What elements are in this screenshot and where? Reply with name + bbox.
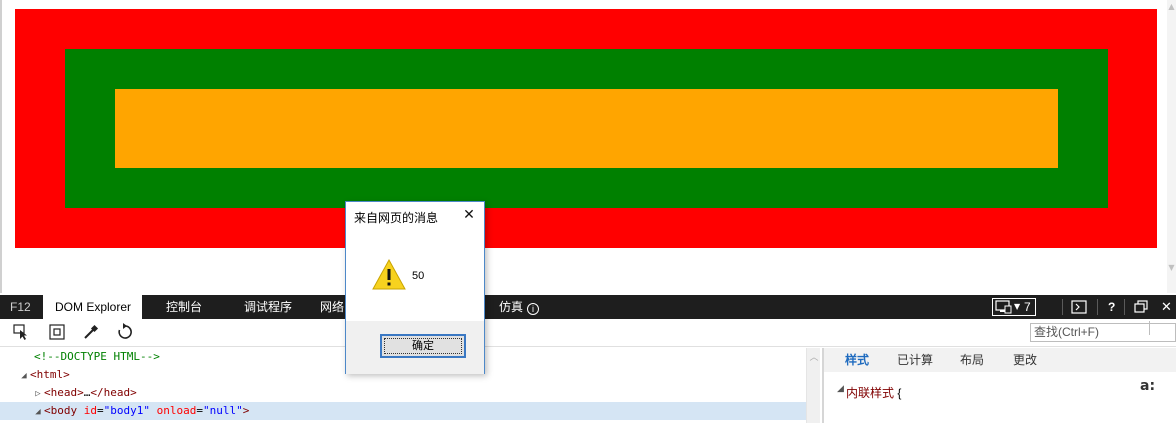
- tab-f12: F12: [10, 300, 31, 314]
- expanded-triangle-icon[interactable]: ◢: [18, 367, 30, 385]
- devtools-tabbar: F12 DOM Explorer 控制台 调试程序 网络 仿真 i ▼ 7 ? …: [0, 295, 1176, 319]
- console-toggle-icon[interactable]: [1071, 295, 1089, 319]
- tab-debugger[interactable]: 调试程序: [244, 295, 292, 319]
- body-tag-open: <body: [44, 404, 78, 417]
- body-attr-onload: onload: [156, 404, 197, 417]
- developer-tools: F12 DOM Explorer 控制台 调试程序 网络 仿真 i ▼ 7 ? …: [0, 295, 1176, 423]
- warning-icon: [372, 258, 406, 290]
- body-attr-onload-value: "null": [202, 404, 243, 417]
- inline-style-label: 内联样式: [846, 386, 895, 400]
- search-divider: [1149, 321, 1150, 335]
- tab-console[interactable]: 控制台: [166, 295, 202, 319]
- document-mode-value: 7: [1024, 300, 1031, 314]
- close-icon[interactable]: ✕: [460, 206, 478, 224]
- dialog-footer: 确定: [346, 321, 484, 374]
- refresh-icon[interactable]: [115, 323, 135, 343]
- inline-style-rule[interactable]: 内联样式 {: [846, 384, 901, 401]
- collapsed-triangle-icon[interactable]: ▷: [32, 385, 44, 403]
- scroll-up-icon[interactable]: ▲: [1167, 2, 1176, 11]
- toolbar-divider: [1097, 299, 1098, 315]
- tab-styles[interactable]: 样式: [845, 348, 869, 372]
- info-icon: i: [527, 303, 540, 315]
- page-scrollbar[interactable]: ▲ ▼: [1167, 0, 1176, 293]
- tab-dom-explorer[interactable]: DOM Explorer: [43, 295, 142, 319]
- search-input[interactable]: 查找(Ctrl+F): [1030, 323, 1176, 342]
- dom-node-body[interactable]: ◢ <body id="body1" onload="null">: [0, 402, 806, 420]
- head-close-text: </head>: [90, 386, 137, 399]
- close-icon[interactable]: ✕: [1161, 295, 1172, 319]
- html-tag-text: <html>: [30, 368, 70, 381]
- highlight-box-icon[interactable]: [47, 323, 67, 343]
- scroll-down-icon[interactable]: ▼: [1167, 263, 1176, 272]
- tab-network[interactable]: 网络: [320, 295, 344, 319]
- ok-button[interactable]: 确定: [380, 334, 466, 358]
- monitor-icon: [995, 300, 1012, 314]
- toolbar-divider: [1062, 299, 1063, 315]
- expanded-triangle-icon[interactable]: ◢: [32, 403, 44, 421]
- tab-emulation[interactable]: 仿真 i: [499, 295, 540, 319]
- styles-tabbar: 样式 已计算 布局 更改: [824, 348, 1176, 372]
- tab-emulation-label: 仿真: [499, 300, 524, 314]
- alert-dialog: 来自网页的消息 ✕ 50 确定: [345, 201, 485, 374]
- doctype-text: <!--DOCTYPE HTML-->: [34, 350, 160, 363]
- tab-changes[interactable]: 更改: [1013, 348, 1037, 372]
- document-mode-selector[interactable]: ▼ 7: [992, 298, 1036, 316]
- scroll-up-icon[interactable]: ︿: [807, 350, 821, 363]
- inner-orange-box: [115, 89, 1058, 168]
- undock-icon[interactable]: [1134, 295, 1148, 319]
- body-tag-close: >: [242, 404, 250, 417]
- help-icon[interactable]: ?: [1108, 295, 1115, 319]
- expanded-triangle-icon[interactable]: ◢: [837, 384, 844, 394]
- color-picker-icon[interactable]: [80, 323, 100, 343]
- select-element-icon[interactable]: [11, 323, 31, 343]
- toolbar-divider: [1124, 299, 1125, 315]
- head-open-text: <head>: [44, 386, 84, 399]
- dom-node-head[interactable]: ▷ <head>…</head>: [0, 384, 806, 402]
- tab-computed[interactable]: 已计算: [897, 348, 933, 372]
- dialog-title: 来自网页的消息: [354, 211, 439, 225]
- styles-pane: 样式 已计算 布局 更改 ◢ 内联样式 { a:: [824, 348, 1176, 423]
- tab-layout[interactable]: 布局: [960, 348, 984, 372]
- dialog-message: 50: [412, 270, 425, 282]
- text-size-icon[interactable]: a:: [1140, 378, 1155, 394]
- page-viewport: ▲ ▼: [0, 0, 1176, 293]
- body-attr-id: id: [83, 404, 97, 417]
- dom-toolbar: 查找(Ctrl+F): [0, 319, 1176, 347]
- dom-tree-scrollbar[interactable]: ︿: [806, 348, 820, 423]
- body-attr-id-value: "body1": [103, 404, 150, 417]
- inline-style-brace: {: [897, 386, 902, 400]
- dropdown-arrow-icon: ▼: [1014, 302, 1021, 311]
